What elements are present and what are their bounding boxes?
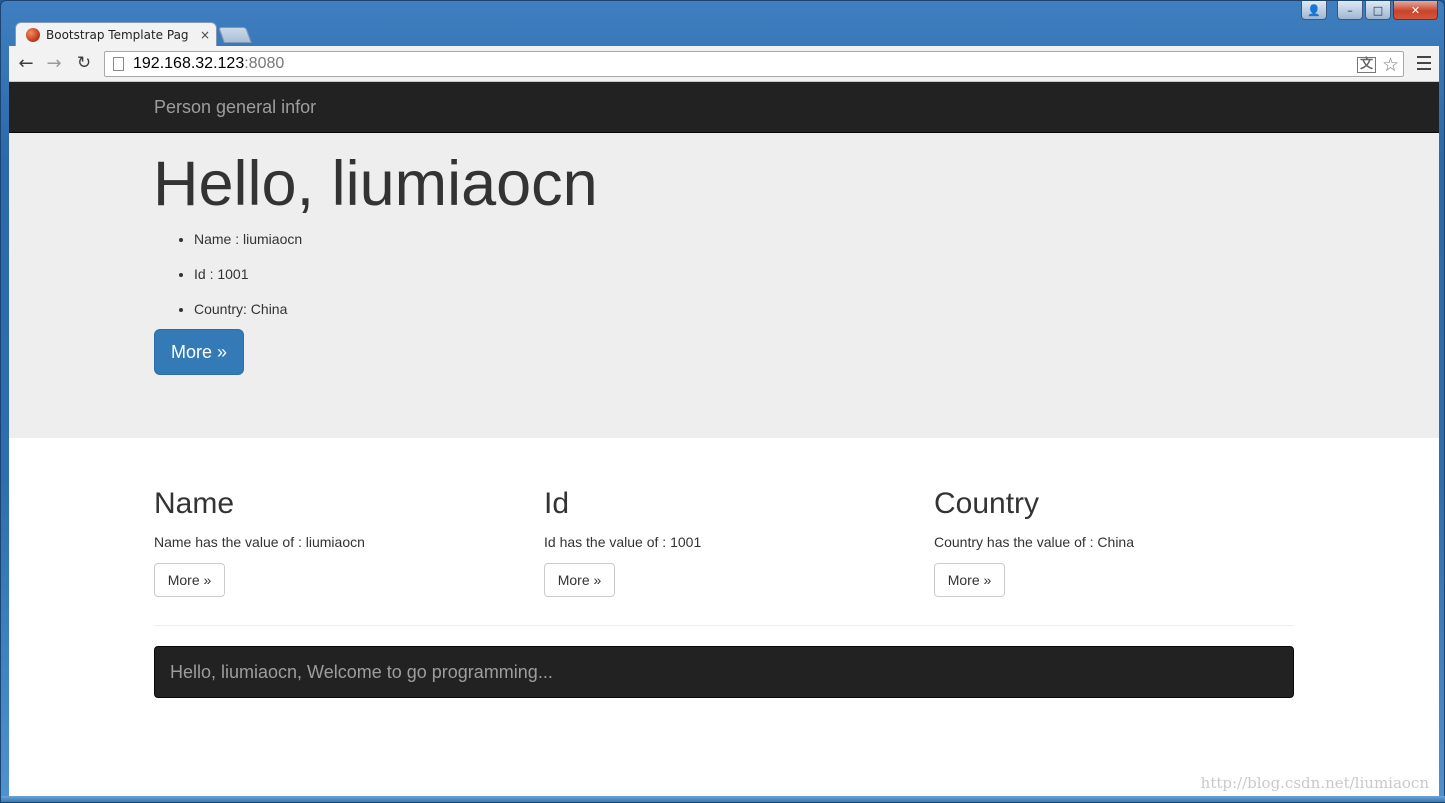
new-tab-button[interactable] bbox=[218, 27, 252, 43]
tab-strip: Bootstrap Template Pag × bbox=[9, 20, 409, 47]
menu-icon[interactable] bbox=[1417, 54, 1431, 72]
footer-bar: Hello, liumiaocn, Welcome to go programm… bbox=[154, 646, 1294, 698]
column-id-text: Id has the value of : 1001 bbox=[544, 534, 702, 550]
column-id-title: Id bbox=[544, 487, 570, 520]
more-country-button[interactable]: More » bbox=[934, 563, 1005, 597]
navbar: Person general infor bbox=[9, 82, 1439, 133]
translate-icon[interactable]: 文 bbox=[1356, 57, 1376, 73]
url-port: :8080 bbox=[244, 55, 285, 72]
close-window-button[interactable]: ✕ bbox=[1393, 1, 1438, 20]
browser-toolbar: ← → ↻ 192.168.32.123:8080 文 ☆ bbox=[9, 46, 1439, 82]
bookmark-star-icon[interactable]: ☆ bbox=[1382, 54, 1399, 76]
column-id: Id Id has the value of : 1001 More » bbox=[544, 487, 904, 597]
list-item-name: Name : liumiaocn bbox=[194, 229, 302, 264]
more-name-button[interactable]: More » bbox=[154, 563, 225, 597]
column-country-text: Country has the value of : China bbox=[934, 534, 1135, 550]
divider bbox=[154, 625, 1294, 626]
more-primary-button[interactable]: More » bbox=[154, 329, 244, 375]
page-viewport: Person general infor Hello, liumiaocn Na… bbox=[9, 82, 1439, 798]
column-name-title: Name bbox=[154, 487, 235, 520]
browser-window: 👤 – □ ✕ Bootstrap Template Pag × ← → ↻ 1… bbox=[0, 0, 1445, 803]
tab-bootstrap-template[interactable]: Bootstrap Template Pag × bbox=[15, 22, 217, 47]
page-title: Hello, liumiaocn bbox=[153, 149, 598, 219]
address-bar[interactable]: 192.168.32.123:8080 文 ☆ bbox=[104, 51, 1404, 77]
forward-icon[interactable]: → bbox=[43, 52, 65, 74]
reload-icon[interactable]: ↻ bbox=[73, 52, 95, 74]
tab-title: Bootstrap Template Pag bbox=[46, 28, 189, 42]
favicon-icon bbox=[26, 28, 40, 42]
more-id-button[interactable]: More » bbox=[544, 563, 615, 597]
list-item-id: Id : 1001 bbox=[194, 264, 302, 299]
url-host: 192.168.32.123 bbox=[133, 55, 245, 72]
column-name-text: Name has the value of : liumiaocn bbox=[154, 534, 365, 550]
column-country: Country Country has the value of : China… bbox=[934, 487, 1294, 597]
user-profile-icon[interactable]: 👤 bbox=[1301, 1, 1327, 20]
navbar-brand[interactable]: Person general infor bbox=[154, 97, 316, 118]
page-icon bbox=[113, 57, 124, 71]
footer-text: Hello, liumiaocn, Welcome to go programm… bbox=[170, 661, 553, 682]
minimize-button[interactable]: – bbox=[1337, 1, 1363, 20]
omnibox-icons: 文 ☆ bbox=[1356, 54, 1399, 76]
window-bottom-border bbox=[1, 796, 1445, 802]
maximize-button[interactable]: □ bbox=[1365, 1, 1391, 20]
watermark: http://blog.csdn.net/liumiaocn bbox=[1200, 774, 1429, 792]
back-icon[interactable]: ← bbox=[15, 52, 37, 74]
jumbotron: Hello, liumiaocn Name : liumiaocn Id : 1… bbox=[9, 133, 1439, 438]
info-list: Name : liumiaocn Id : 1001 Country: Chin… bbox=[194, 229, 302, 334]
column-country-title: Country bbox=[934, 487, 1040, 520]
column-name: Name Name has the value of : liumiaocn M… bbox=[154, 487, 514, 597]
tab-close-icon[interactable]: × bbox=[200, 28, 210, 42]
window-controls: 👤 – □ ✕ bbox=[1301, 1, 1438, 21]
